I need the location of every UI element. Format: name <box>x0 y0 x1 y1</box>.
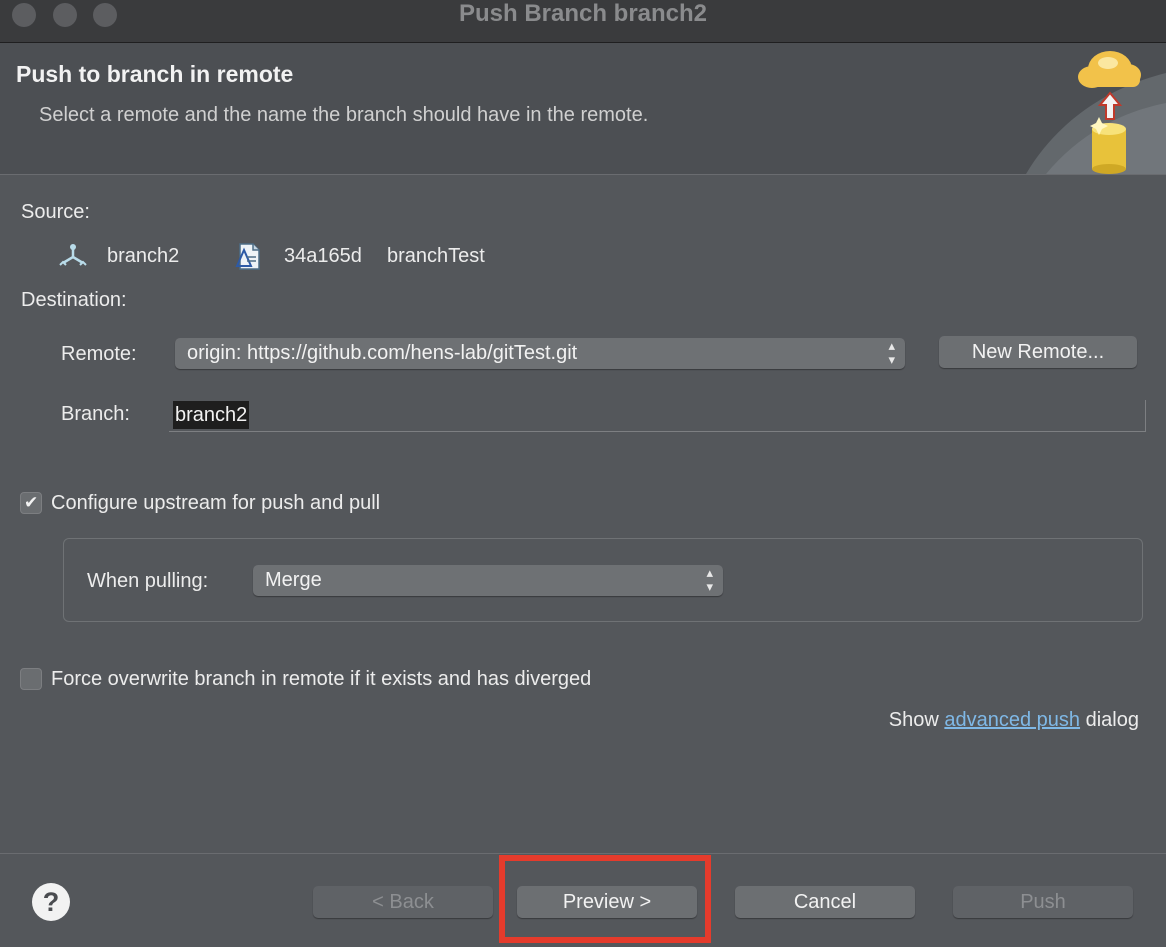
when-pulling-select[interactable]: Merge ▴ ▾ <box>253 565 723 596</box>
updown-chevron-icon: ▴ ▾ <box>888 338 895 367</box>
source-branch-name: branch2 <box>107 245 180 267</box>
back-button[interactable]: < Back <box>313 886 493 918</box>
title-bar: Push Branch branch2 <box>0 0 1166 43</box>
when-pulling-select-value: Merge <box>265 569 322 591</box>
configure-upstream-label: Configure upstream for push and pull <box>51 492 381 514</box>
force-overwrite-label: Force overwrite branch in remote if it e… <box>51 668 592 690</box>
preview-highlight-box <box>499 855 711 943</box>
window-title: Push Branch branch2 <box>458 0 708 27</box>
branch-icon <box>59 244 87 266</box>
remote-label: Remote: <box>61 343 137 365</box>
configure-upstream-checkbox[interactable]: ✔ <box>20 492 42 514</box>
branch-input-value: branch2 <box>173 401 250 429</box>
remote-select[interactable]: origin: https://github.com/hens-lab/gitT… <box>175 338 905 369</box>
commit-id: 34a165d <box>284 245 362 267</box>
page-title: Push to branch in remote <box>16 61 294 87</box>
source-label: Source: <box>21 201 90 223</box>
remote-select-value: origin: https://github.com/hens-lab/gitT… <box>187 342 578 364</box>
force-overwrite-checkbox[interactable] <box>20 668 42 690</box>
push-button[interactable]: Push <box>953 886 1133 918</box>
advanced-push-link[interactable]: advanced push <box>944 709 1080 731</box>
updown-chevron-icon: ▴ ▾ <box>706 565 713 594</box>
wizard-header: Push to branch in remote Select a remote… <box>0 43 1166 175</box>
footer-divider <box>0 853 1166 854</box>
when-pulling-label: When pulling: <box>87 570 209 592</box>
page-description: Select a remote and the name the branch … <box>39 104 649 126</box>
help-button[interactable]: ? <box>32 883 70 921</box>
checkmark-icon: ✔ <box>24 493 39 512</box>
advanced-suffix: dialog <box>1085 709 1139 731</box>
commit-message: branchTest <box>387 245 485 267</box>
branch-label: Branch: <box>61 403 130 425</box>
branch-input[interactable]: branch2 <box>169 400 1146 432</box>
cancel-button[interactable]: Cancel <box>735 886 915 918</box>
advanced-prefix: Show <box>888 709 939 731</box>
destination-label: Destination: <box>21 289 127 311</box>
advanced-push-text: Show advanced push dialog <box>889 709 1139 732</box>
commit-icon <box>235 243 260 270</box>
cloud-push-database-icon <box>1026 51 1166 174</box>
new-remote-button[interactable]: New Remote... <box>939 336 1137 368</box>
